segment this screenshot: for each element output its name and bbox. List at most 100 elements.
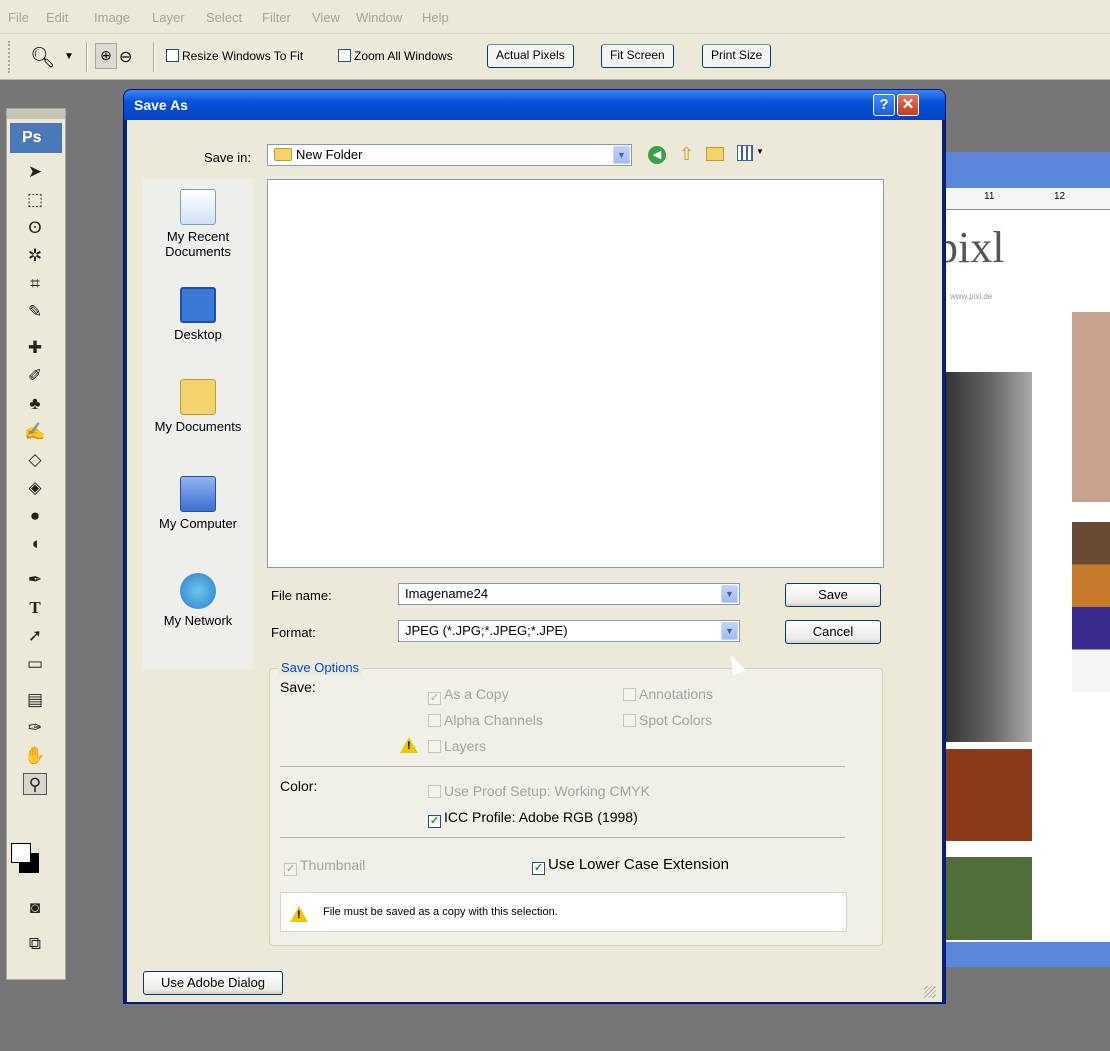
screen-mode-icon[interactable]: ⧉	[23, 933, 47, 955]
zoom-tool-icon[interactable]: ⚲	[23, 773, 47, 795]
place-my-documents[interactable]: My Documents	[143, 379, 253, 434]
save-button[interactable]: Save	[785, 583, 881, 607]
place-my-computer[interactable]: My Computer	[143, 476, 253, 531]
checkbox-icon	[428, 785, 441, 798]
paint-bucket-icon[interactable]: ◈	[23, 477, 47, 499]
palette-titlebar[interactable]	[7, 109, 65, 119]
menu-select[interactable]: Select	[206, 10, 242, 25]
place-desktop[interactable]: Desktop	[143, 287, 253, 342]
back-icon[interactable]: ◀	[648, 146, 666, 164]
stamp-tool-icon[interactable]: ♣	[23, 393, 47, 415]
brush-tool-icon[interactable]: ✐	[23, 365, 47, 387]
dodge-tool-icon[interactable]: ◖	[23, 533, 47, 555]
resize-windows-checkbox[interactable]: Resize Windows To Fit	[166, 49, 303, 63]
menu-layer[interactable]: Layer	[152, 10, 185, 25]
blur-tool-icon[interactable]: ●	[23, 505, 47, 527]
place-my-network[interactable]: My Network	[143, 573, 253, 628]
up-folder-icon[interactable]: ⇧	[679, 144, 694, 165]
alpha-channels-label: Alpha Channels	[444, 712, 543, 728]
format-dropdown[interactable]: JPEG (*.JPG;*.JPEG;*.JPE) ▼	[398, 620, 740, 642]
menu-bar: File Edit Image Layer Select Filter View…	[0, 0, 1110, 34]
menu-image[interactable]: Image	[94, 10, 130, 25]
menu-view[interactable]: View	[312, 10, 340, 25]
foreground-color-swatch[interactable]	[11, 843, 31, 863]
new-folder-icon[interactable]	[706, 147, 724, 161]
checkbox-icon: ✓	[284, 863, 297, 876]
pixl-logo: pixl	[936, 223, 1005, 272]
layers-checkbox[interactable]: Layers	[428, 738, 486, 754]
print-size-button[interactable]: Print Size	[702, 44, 772, 68]
checkbox-icon	[428, 714, 441, 727]
pen-tool-icon[interactable]: ✒	[23, 569, 47, 591]
file-list[interactable]	[267, 179, 884, 568]
file-name-input[interactable]: Imagename24 ▼	[398, 583, 740, 605]
photoshop-logo[interactable]: Ps	[10, 123, 62, 153]
magic-wand-icon[interactable]: ✲	[23, 245, 47, 267]
cancel-button[interactable]: Cancel	[785, 620, 881, 644]
alpha-channels-checkbox[interactable]: Alpha Channels	[428, 712, 543, 728]
marquee-tool-icon[interactable]: ⬚	[23, 189, 47, 211]
chevron-down-icon[interactable]: ▼	[64, 51, 74, 62]
eyedropper-tool-icon[interactable]: ✑	[23, 717, 47, 739]
lower-case-label: Use Lower Case Extension	[548, 856, 729, 873]
annotations-label: Annotations	[639, 686, 713, 702]
healing-brush-icon[interactable]: ✚	[23, 337, 47, 359]
warning-icon: !	[400, 737, 418, 753]
use-adobe-dialog-button[interactable]: Use Adobe Dialog	[143, 971, 283, 995]
menu-window[interactable]: Window	[356, 10, 402, 25]
divider	[280, 766, 845, 767]
menu-filter[interactable]: Filter	[262, 10, 291, 25]
menu-file[interactable]: File	[8, 10, 29, 25]
type-tool-icon[interactable]: T	[23, 597, 47, 619]
icc-profile-checkbox[interactable]: ✓ ICC Profile: Adobe RGB (1998)	[428, 809, 638, 828]
checkbox-icon	[623, 714, 636, 727]
dialog-titlebar[interactable]: Save As ? ✕	[124, 90, 945, 120]
file-name-label: File name:	[271, 588, 332, 603]
separator	[86, 42, 88, 72]
crop-tool-icon[interactable]: ⌗	[23, 273, 47, 295]
dialog-title: Save As	[134, 97, 188, 113]
views-menu-icon[interactable]	[737, 145, 753, 161]
spot-colors-checkbox[interactable]: Spot Colors	[623, 712, 712, 728]
checkbox-icon	[428, 740, 441, 753]
zoom-out-icon[interactable]: ⊖	[119, 47, 132, 67]
as-copy-checkbox[interactable]: ✓ As a Copy	[428, 686, 509, 705]
actual-pixels-button[interactable]: Actual Pixels	[487, 44, 574, 68]
warning-message-box: ! File must be saved as a copy with this…	[280, 892, 847, 932]
save-options-group: Save Options Save: ✓ As a Copy Annotation…	[269, 660, 883, 946]
use-proof-setup-checkbox[interactable]: Use Proof Setup: Working CMYK	[428, 783, 650, 799]
checkbox-icon	[623, 688, 636, 701]
annotations-checkbox[interactable]: Annotations	[623, 686, 713, 702]
thumbnail-checkbox[interactable]: ✓ Thumbnail	[284, 857, 365, 876]
zoom-all-windows-checkbox[interactable]: Zoom All Windows	[338, 49, 453, 63]
chevron-down-icon: ▼	[613, 146, 630, 164]
lower-case-extension-checkbox[interactable]: ✓ Use Lower Case Extension	[532, 856, 729, 875]
quick-mask-icon[interactable]: ◙	[23, 897, 47, 919]
path-selection-icon[interactable]: ➚	[23, 625, 47, 647]
rectangle-tool-icon[interactable]: ▭	[23, 653, 47, 675]
checkbox-icon: ✓	[428, 692, 441, 705]
history-brush-icon[interactable]: ✍	[23, 421, 47, 443]
fit-screen-button[interactable]: Fit Screen	[601, 44, 674, 68]
menu-edit[interactable]: Edit	[46, 10, 68, 25]
notes-tool-icon[interactable]: ▤	[23, 689, 47, 711]
chevron-down-icon[interactable]: ▼	[756, 147, 764, 156]
zoom-in-icon[interactable]: ⊕	[95, 43, 117, 69]
recent-documents-icon	[180, 189, 216, 225]
help-button[interactable]: ?	[873, 94, 895, 116]
save-in-dropdown[interactable]: New Folder ▼	[267, 144, 632, 166]
save-in-label: Save in:	[204, 150, 251, 165]
move-tool-icon[interactable]: ➤	[23, 161, 47, 183]
document-titlebar[interactable]	[930, 152, 1110, 188]
lasso-tool-icon[interactable]: ʘ	[23, 217, 47, 239]
ruler-label-12: 12	[1054, 191, 1066, 202]
close-button[interactable]: ✕	[897, 94, 919, 116]
place-my-recent-documents[interactable]: My Recent Documents	[143, 189, 253, 259]
eraser-tool-icon[interactable]: ◇	[23, 449, 47, 471]
hand-tool-icon[interactable]: ✋	[23, 745, 47, 767]
slice-tool-icon[interactable]: ✎	[23, 301, 47, 323]
zoom-tool-preset-icon[interactable]: 🔍︎	[30, 45, 55, 70]
menu-help[interactable]: Help	[422, 10, 449, 25]
resize-grip[interactable]	[924, 986, 936, 998]
place-label: Desktop	[174, 327, 222, 342]
